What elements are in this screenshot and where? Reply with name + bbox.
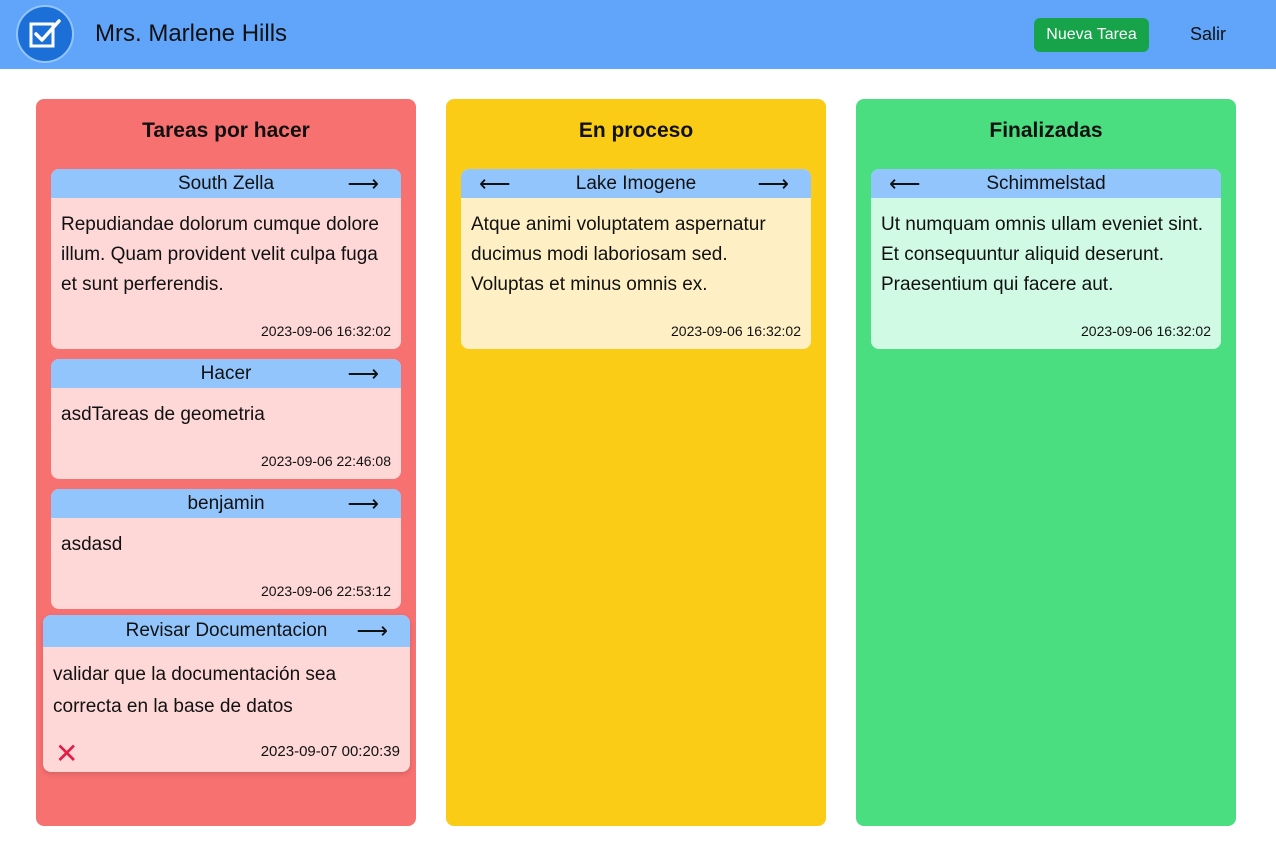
column-in-progress: En proceso ⟵ Lake Imogene ⟶ Atque animi … [446,99,826,826]
column-todo: Tareas por hacer South Zella ⟶ Repudiand… [36,99,416,826]
task-title: Schimmelstad [986,172,1106,194]
task-date: 2023-09-06 22:53:12 [261,583,391,599]
task-title: benjamin [187,492,265,514]
task-description: Repudiandae dolorum cumque dolore illum.… [61,214,379,295]
logout-button[interactable]: Salir [1190,24,1226,45]
column-title: En proceso [578,119,694,142]
task-description: asdasd [61,534,123,555]
app-logo[interactable] [16,5,74,63]
task-date: 2023-09-06 16:32:02 [261,323,391,339]
user-name: Mrs. Marlene Hills [95,20,288,47]
task-card[interactable]: ⟵ Schimmelstad Ut numquam omnis ullam ev… [871,169,1221,349]
column-done: Finalizadas ⟵ Schimmelstad Ut numquam om… [856,99,1236,826]
task-date: 2023-09-06 16:32:02 [671,323,801,339]
task-card-header: Revisar Documentacion ⟶ [43,615,410,647]
move-right-arrow-icon[interactable]: ⟶ [347,169,379,198]
task-description: asdTareas de geometria [61,404,265,425]
task-card-header: benjamin ⟶ [51,489,401,518]
task-card[interactable]: ⟵ Lake Imogene ⟶ Atque animi voluptatem … [461,169,811,349]
task-description: Atque animi voluptatem aspernatur ducimu… [471,214,766,295]
column-title: Finalizadas [989,119,1103,142]
move-right-arrow-icon[interactable]: ⟶ [356,615,388,647]
move-left-arrow-icon[interactable]: ⟵ [479,169,511,198]
task-date: 2023-09-06 22:46:08 [261,453,391,469]
new-task-button[interactable]: Nueva Tarea [1034,18,1149,52]
task-date: 2023-09-07 00:20:39 [260,743,400,760]
task-title: Lake Imogene [575,172,697,194]
task-card[interactable]: benjamin ⟶ asdasd 2023-09-06 22:53:12 [51,489,401,609]
task-date: 2023-09-06 16:32:02 [1081,323,1211,339]
task-card[interactable]: South Zella ⟶ Repudiandae dolorum cumque… [51,169,401,349]
task-title: Revisar Documentacion [125,620,328,641]
task-title: Hacer [200,362,252,384]
checkbox-icon [29,19,61,48]
task-card-dragging[interactable]: Revisar Documentacion ⟶ validar que la d… [43,615,410,772]
move-right-arrow-icon[interactable]: ⟶ [757,169,789,198]
task-card-header: ⟵ Lake Imogene ⟶ [461,169,811,198]
task-card[interactable]: Hacer ⟶ asdTareas de geometria 2023-09-0… [51,359,401,479]
move-right-arrow-icon[interactable]: ⟶ [347,489,379,518]
column-title: Tareas por hacer [142,119,310,142]
task-description: Ut numquam omnis ullam eveniet sint. Et … [881,214,1204,295]
top-navbar: Mrs. Marlene Hills Nueva Tarea Salir [0,0,1276,69]
task-card-header: ⟵ Schimmelstad [871,169,1221,198]
task-title: South Zella [177,172,275,194]
task-card-header: Hacer ⟶ [51,359,401,388]
delete-icon[interactable]: ✕ [55,740,78,768]
task-description: validar que la documentación sea correct… [53,664,337,717]
task-card-header: South Zella ⟶ [51,169,401,198]
move-right-arrow-icon[interactable]: ⟶ [347,359,379,388]
move-left-arrow-icon[interactable]: ⟵ [889,169,921,198]
